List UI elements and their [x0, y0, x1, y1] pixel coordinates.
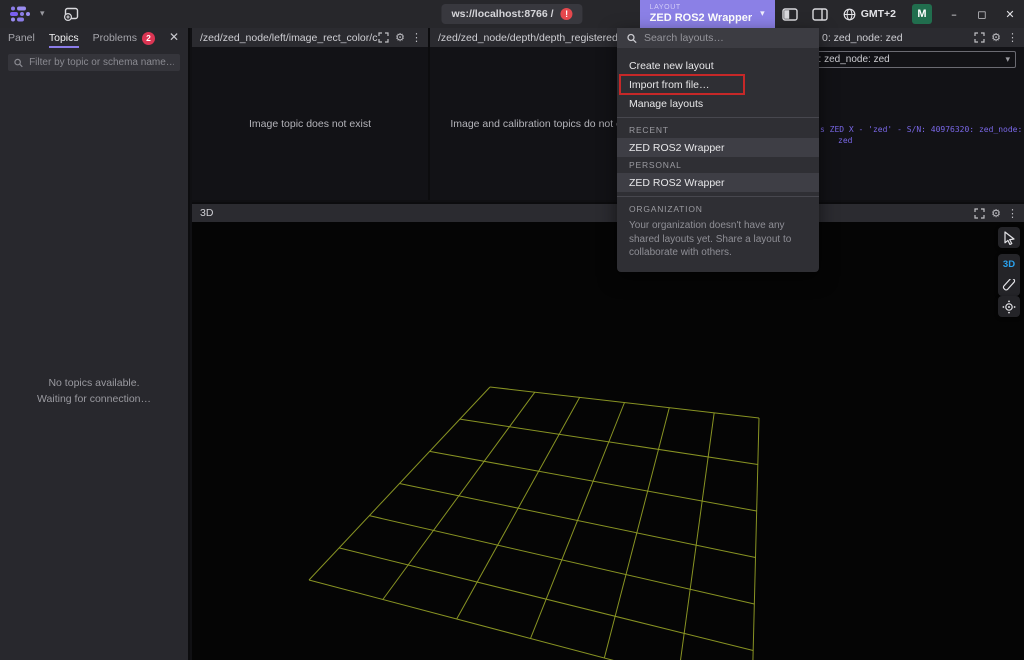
panel-menu-icon[interactable]: ⋮ [1007, 31, 1018, 44]
panel-title: 3D [200, 207, 974, 219]
tab-problems[interactable]: Problems 2 [93, 32, 155, 45]
toggle-3d-button[interactable]: 3D [998, 254, 1020, 275]
panel-header[interactable]: /zed/zed_node/left/image_rect_color/comp… [192, 28, 428, 47]
sidebar-close-icon[interactable]: ✕ [166, 30, 182, 44]
layout-search-box[interactable] [617, 28, 819, 48]
layout-button-caption: LAYOUT [650, 4, 753, 12]
threed-viewport[interactable]: 3D [192, 222, 1024, 660]
foxglove-logo-icon[interactable] [8, 5, 34, 23]
menu-section-organization: ORGANIZATION [617, 201, 819, 217]
layout-chevron-icon: ▾ [760, 9, 765, 19]
diagnostic-status-line1[interactable]: s ZED X - 'zed' - S/N: 40976320: zed_nod… [820, 125, 1022, 134]
menu-item-create-layout[interactable]: Create new layout [617, 56, 819, 75]
globe-icon [843, 8, 856, 21]
add-panel-icon[interactable] [63, 7, 79, 21]
connection-title[interactable]: ws://localhost:8766 / ! [441, 4, 582, 24]
user-avatar[interactable]: M [912, 4, 932, 24]
panel-menu-icon[interactable]: ⋮ [1007, 207, 1018, 220]
fullscreen-icon[interactable] [974, 32, 985, 43]
ground-grid [192, 222, 1024, 660]
target-icon [1002, 300, 1016, 314]
select-tool-button[interactable] [998, 227, 1020, 248]
organization-empty-text: Your organization doesn't have any share… [617, 217, 819, 264]
ruler-icon [1002, 279, 1016, 293]
tab-problems-label: Problems [93, 32, 137, 44]
top-panel-row: /zed/zed_node/left/image_rect_color/comp… [192, 28, 1024, 200]
image-panel-message: Image topic does not exist [192, 118, 428, 130]
tab-panel[interactable]: Panel [8, 32, 35, 44]
fullscreen-icon[interactable] [378, 32, 389, 43]
view-tool-group: 3D [998, 254, 1020, 296]
search-icon [627, 33, 637, 44]
layout-dropdown-menu: Create new layout Import from file… Mana… [617, 28, 819, 272]
menu-section-recent: RECENT [617, 122, 819, 138]
window-maximize-button[interactable]: ◻ [968, 0, 996, 28]
connection-url: ws://localhost:8766 / [451, 8, 553, 20]
camera-tool-group [998, 227, 1020, 248]
connection-error-badge[interactable]: ! [561, 8, 573, 20]
panel-menu-icon[interactable]: ⋮ [411, 31, 422, 44]
menu-divider [617, 196, 819, 197]
center-view-button[interactable] [998, 296, 1020, 317]
left-sidebar-toggle-icon[interactable] [775, 0, 805, 28]
menu-item-manage-layouts[interactable]: Manage layouts [617, 94, 819, 113]
settings-icon[interactable]: ⚙ [991, 31, 1001, 44]
measure-tool-button[interactable] [998, 275, 1020, 296]
layout-search-input[interactable] [644, 32, 809, 44]
window-minimize-button[interactable]: – [940, 0, 968, 28]
left-sidebar: Panel Topics Problems 2 ✕ No topics avai… [0, 28, 190, 660]
problems-count-badge: 2 [142, 32, 155, 45]
menu-item-recent-layout[interactable]: ZED ROS2 Wrapper [617, 138, 819, 157]
timezone-button[interactable]: GMT+2 [835, 8, 904, 21]
topics-empty-line1: No topics available. [0, 376, 188, 392]
topics-empty-state: No topics available. Waiting for connect… [0, 376, 188, 408]
right-sidebar-toggle-icon[interactable] [805, 0, 835, 28]
sidebar-tab-strip: Panel Topics Problems 2 ✕ [0, 28, 188, 48]
timezone-label: GMT+2 [861, 8, 896, 20]
layout-menu-button[interactable]: LAYOUT ZED ROS2 Wrapper ▾ [640, 0, 775, 28]
app-bar: ▾ ws://localhost:8766 / ! LAYOUT ZED ROS… [0, 0, 1024, 28]
topics-empty-line2: Waiting for connection… [0, 392, 188, 408]
diagnostic-status-line2[interactable]: zed [838, 136, 852, 145]
image-panel-left: /zed/zed_node/left/image_rect_color/comp… [192, 28, 430, 200]
cursor-icon [1003, 231, 1016, 245]
panel-title: /zed/zed_node/left/image_rect_color/comp… [200, 32, 378, 44]
panel-header[interactable]: 3D ⚙ ⋮ [192, 204, 1024, 222]
fullscreen-icon[interactable] [974, 208, 985, 219]
threed-panel: 3D ⚙ ⋮ 3D [192, 202, 1024, 660]
menu-item-import-from-file[interactable]: Import from file… [617, 75, 819, 94]
focus-tool-group [998, 296, 1020, 317]
window-close-button[interactable]: ✕ [996, 0, 1024, 28]
settings-icon[interactable]: ⚙ [395, 31, 405, 44]
settings-icon[interactable]: ⚙ [991, 207, 1001, 220]
image-panel-body[interactable]: Image topic does not exist [192, 47, 428, 200]
topic-search-box[interactable] [8, 54, 180, 71]
app-menu-chevron-icon[interactable]: ▾ [40, 9, 45, 19]
topic-search-input[interactable] [29, 57, 174, 68]
toggle-3d-label: 3D [1003, 259, 1015, 270]
menu-item-personal-layout[interactable]: ZED ROS2 Wrapper [617, 173, 819, 192]
search-icon [14, 58, 23, 68]
menu-divider [617, 117, 819, 118]
panel-workspace: /zed/zed_node/left/image_rect_color/comp… [192, 28, 1024, 660]
layout-button-value: ZED ROS2 Wrapper [650, 12, 753, 24]
menu-section-personal: PERSONAL [617, 157, 819, 173]
chevron-down-icon: ▾ [1005, 55, 1010, 65]
tab-topics[interactable]: Topics [49, 32, 79, 44]
